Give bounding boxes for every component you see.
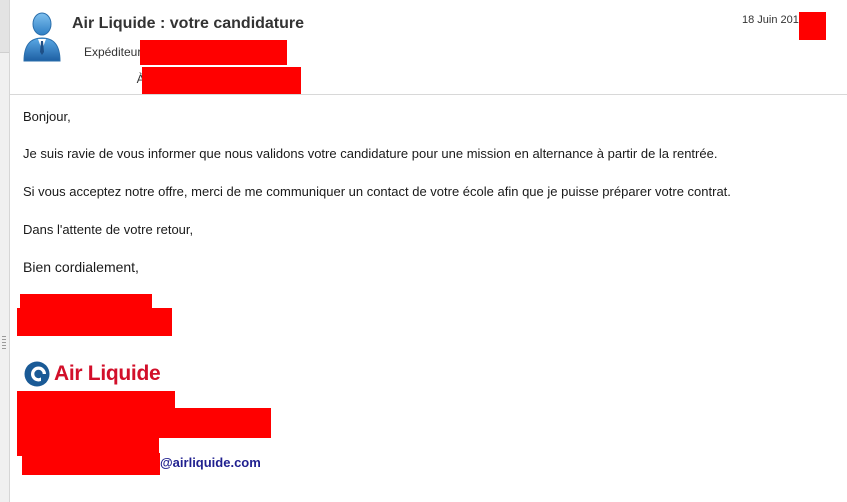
company-logo: Air Liquide [23, 359, 161, 389]
body-paragraph-2: Si vous acceptez notre offre, merci de m… [23, 184, 731, 199]
person-avatar-icon [23, 12, 61, 62]
pane-splitter[interactable] [0, 0, 10, 502]
body-paragraph-1: Je suis ravie de vous informer que nous … [23, 146, 718, 161]
message-header: Air Liquide : votre candidature Expédite… [10, 0, 847, 95]
signature-email-domain[interactable]: @airliquide.com [160, 455, 261, 470]
sender-label: Expéditeur : [83, 45, 148, 59]
signature-name-redacted [20, 294, 152, 309]
signature-email-user-redacted [22, 453, 160, 475]
closing-line-1: Dans l'attente de votre retour, [23, 222, 194, 237]
closing-line-2: Bien cordialement, [23, 259, 139, 275]
email-date: 18 Juin 2019 [742, 14, 805, 26]
sender-value-redacted[interactable] [140, 40, 287, 65]
recipient-value-redacted[interactable] [142, 67, 301, 94]
recipient-label: À: [78, 72, 148, 86]
greeting-text: Bonjour, [23, 109, 71, 124]
signature-detail-redacted-2 [17, 408, 271, 438]
email-subject: Air Liquide : votre candidature [72, 15, 305, 32]
air-liquide-logo-icon [24, 361, 50, 387]
splitter-cap [0, 0, 9, 53]
logo-wordmark: Air Liquide [54, 362, 161, 385]
header-redacted-box [799, 12, 826, 40]
splitter-grip[interactable] [2, 336, 6, 350]
signature-title-redacted [17, 308, 172, 336]
